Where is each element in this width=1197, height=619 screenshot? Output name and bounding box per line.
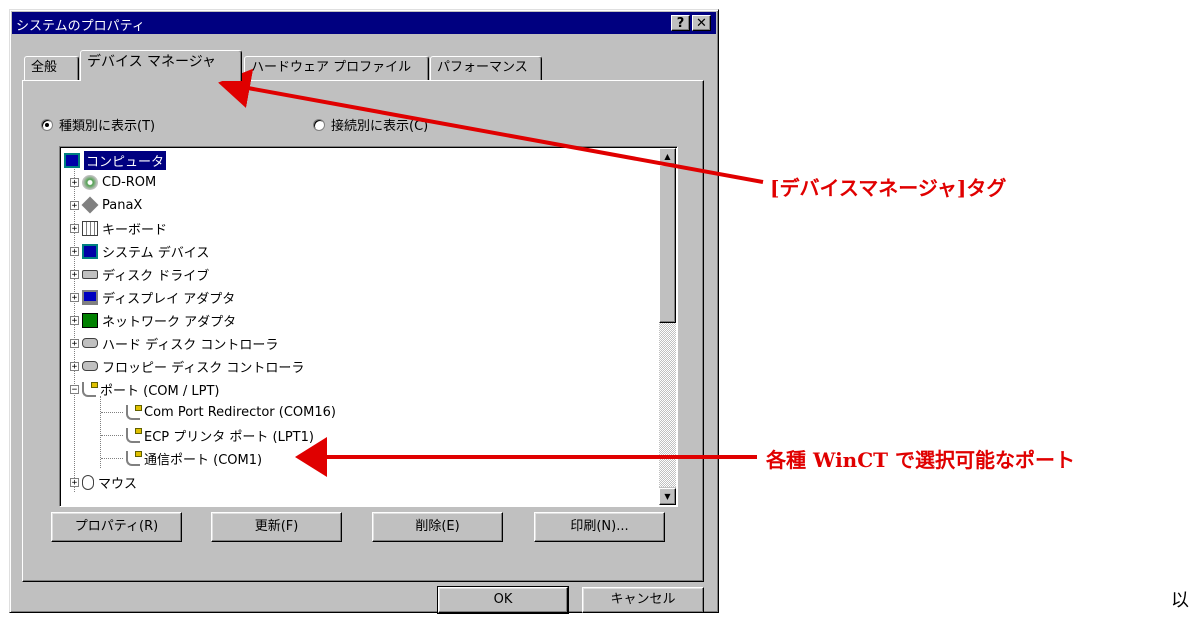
- tree-branch-line: [101, 458, 123, 459]
- scroll-up-button[interactable]: ▲: [659, 148, 676, 165]
- tree-root[interactable]: コンピュータ: [64, 149, 167, 171]
- diamond-icon: [81, 196, 99, 214]
- help-button[interactable]: ?: [671, 15, 690, 31]
- expand-icon[interactable]: +: [70, 315, 79, 325]
- title-bar[interactable]: システムのプロパティ ? ✕: [12, 12, 716, 34]
- tree-item-system-devices[interactable]: + システム デバイス: [70, 240, 209, 262]
- tree-item-disk-drives[interactable]: + ディスク ドライブ: [70, 263, 209, 285]
- close-button[interactable]: ✕: [692, 15, 711, 31]
- tree-item-lpt1[interactable]: ECP プリンタ ポート (LPT1): [126, 424, 314, 446]
- scroll-thumb[interactable]: [659, 165, 676, 323]
- refresh-button[interactable]: 更新(F): [211, 512, 342, 542]
- tree-item-label: PanaX: [102, 197, 143, 213]
- expand-icon[interactable]: +: [70, 477, 79, 487]
- corner-text: 以: [1171, 590, 1189, 611]
- properties-button[interactable]: プロパティ(R): [51, 512, 182, 542]
- tab-hardware-profiles[interactable]: ハードウェア プロファイル: [244, 56, 429, 80]
- expand-icon[interactable]: +: [70, 177, 79, 187]
- tab-performance[interactable]: パフォーマンス: [430, 56, 542, 80]
- tab-device-manager[interactable]: デバイス マネージャ: [80, 50, 242, 81]
- tree-item-label: ハード ディスク コントローラ: [102, 337, 279, 353]
- radio-by-type[interactable]: 種類別に表示(T): [41, 115, 155, 134]
- expand-icon[interactable]: +: [70, 292, 79, 302]
- radio-by-connection[interactable]: 接続別に表示(C): [313, 115, 428, 134]
- scroll-track[interactable]: [659, 323, 676, 487]
- radio-selected-icon[interactable]: [41, 118, 53, 131]
- tree-branch-line: [101, 412, 123, 413]
- port-icon: [126, 404, 142, 420]
- tree-item-label: ECP プリンタ ポート (LPT1): [144, 429, 314, 445]
- tree-item-label: ネットワーク アダプタ: [102, 314, 237, 330]
- expand-icon[interactable]: +: [70, 246, 79, 256]
- tree-item-com16[interactable]: Com Port Redirector (COM16): [126, 401, 336, 423]
- tree-item-label: システム デバイス: [102, 245, 210, 261]
- hdd-controller-icon: [82, 338, 98, 348]
- floppy-controller-icon: [82, 361, 98, 371]
- cd-icon: [82, 174, 98, 190]
- tree-item-mouse[interactable]: + マウス: [70, 471, 137, 493]
- system-properties-window: システムのプロパティ ? ✕ 全般 デバイス マネージャ ハードウェア プロファ…: [9, 9, 719, 614]
- tree-item-label: CD-ROM: [102, 174, 157, 190]
- tree-item-display-adapters[interactable]: + ディスプレイ アダプタ: [70, 286, 235, 308]
- computer-icon: [82, 243, 98, 259]
- tree-item-label: ディスク ドライブ: [102, 268, 210, 284]
- disk-drive-icon: [82, 269, 98, 279]
- tab-callout-label: [デバイスマネージャ]タグ: [770, 176, 1007, 200]
- tree-item-label: フロッピー ディスク コントローラ: [102, 360, 305, 376]
- tree-item-label: キーボード: [102, 222, 168, 238]
- tree-item-label: ディスプレイ アダプタ: [102, 291, 236, 307]
- tree-item-com1[interactable]: 通信ポート (COM1): [126, 447, 262, 469]
- port-callout-label: 各種 WinCT で選択可能なポート: [766, 448, 1075, 472]
- tab-general[interactable]: 全般: [24, 56, 79, 80]
- port-icon: [126, 427, 142, 443]
- expand-icon[interactable]: +: [70, 200, 79, 210]
- port-icon: [82, 381, 98, 397]
- tree-item-cdrom[interactable]: + CD-ROM: [70, 171, 156, 193]
- ok-button[interactable]: OK: [437, 586, 569, 614]
- monitor-icon: [82, 289, 98, 305]
- expand-icon[interactable]: +: [70, 223, 79, 233]
- tree-branch-line: [101, 435, 123, 436]
- expand-icon[interactable]: +: [70, 338, 79, 348]
- tree-item-ports[interactable]: − ポート (COM / LPT): [70, 378, 219, 400]
- tree-item-label: 通信ポート (COM1): [144, 452, 263, 468]
- tree-item-keyboard[interactable]: + キーボード: [70, 217, 167, 239]
- tree-item-label: ポート (COM / LPT): [100, 383, 220, 399]
- print-button[interactable]: 印刷(N)...: [534, 512, 665, 542]
- tree-root-label: コンピュータ: [84, 150, 167, 170]
- expand-icon[interactable]: +: [70, 361, 79, 371]
- expand-icon[interactable]: +: [70, 269, 79, 279]
- window-title: システムのプロパティ: [16, 19, 145, 34]
- tree-item-hdd-controllers[interactable]: + ハード ディスク コントローラ: [70, 332, 278, 354]
- port-icon: [126, 450, 142, 466]
- vertical-scrollbar[interactable]: ▲ ▼: [659, 148, 676, 505]
- cancel-button[interactable]: キャンセル: [582, 587, 704, 613]
- tree-item-label: マウス: [98, 476, 138, 492]
- tree-item-panax[interactable]: + PanaX: [70, 194, 142, 216]
- tree-item-network-adapters[interactable]: + ネットワーク アダプタ: [70, 309, 236, 331]
- tree-item-floppy-controllers[interactable]: + フロッピー ディスク コントローラ: [70, 355, 304, 377]
- radio-unselected-icon[interactable]: [313, 118, 325, 131]
- collapse-icon[interactable]: −: [70, 384, 79, 394]
- mouse-icon: [82, 474, 94, 490]
- device-tree[interactable]: コンピュータ + CD-ROM + PanaX + キーボード + システム デ…: [59, 146, 678, 507]
- radio-by-type-label: 種類別に表示(T): [59, 119, 156, 134]
- tree-item-label: Com Port Redirector (COM16): [144, 404, 336, 420]
- remove-button[interactable]: 削除(E): [372, 512, 503, 542]
- radio-by-connection-label: 接続別に表示(C): [331, 119, 429, 134]
- computer-icon: [64, 152, 80, 168]
- keyboard-icon: [82, 220, 98, 236]
- scroll-down-button[interactable]: ▼: [659, 488, 676, 505]
- network-card-icon: [82, 312, 98, 328]
